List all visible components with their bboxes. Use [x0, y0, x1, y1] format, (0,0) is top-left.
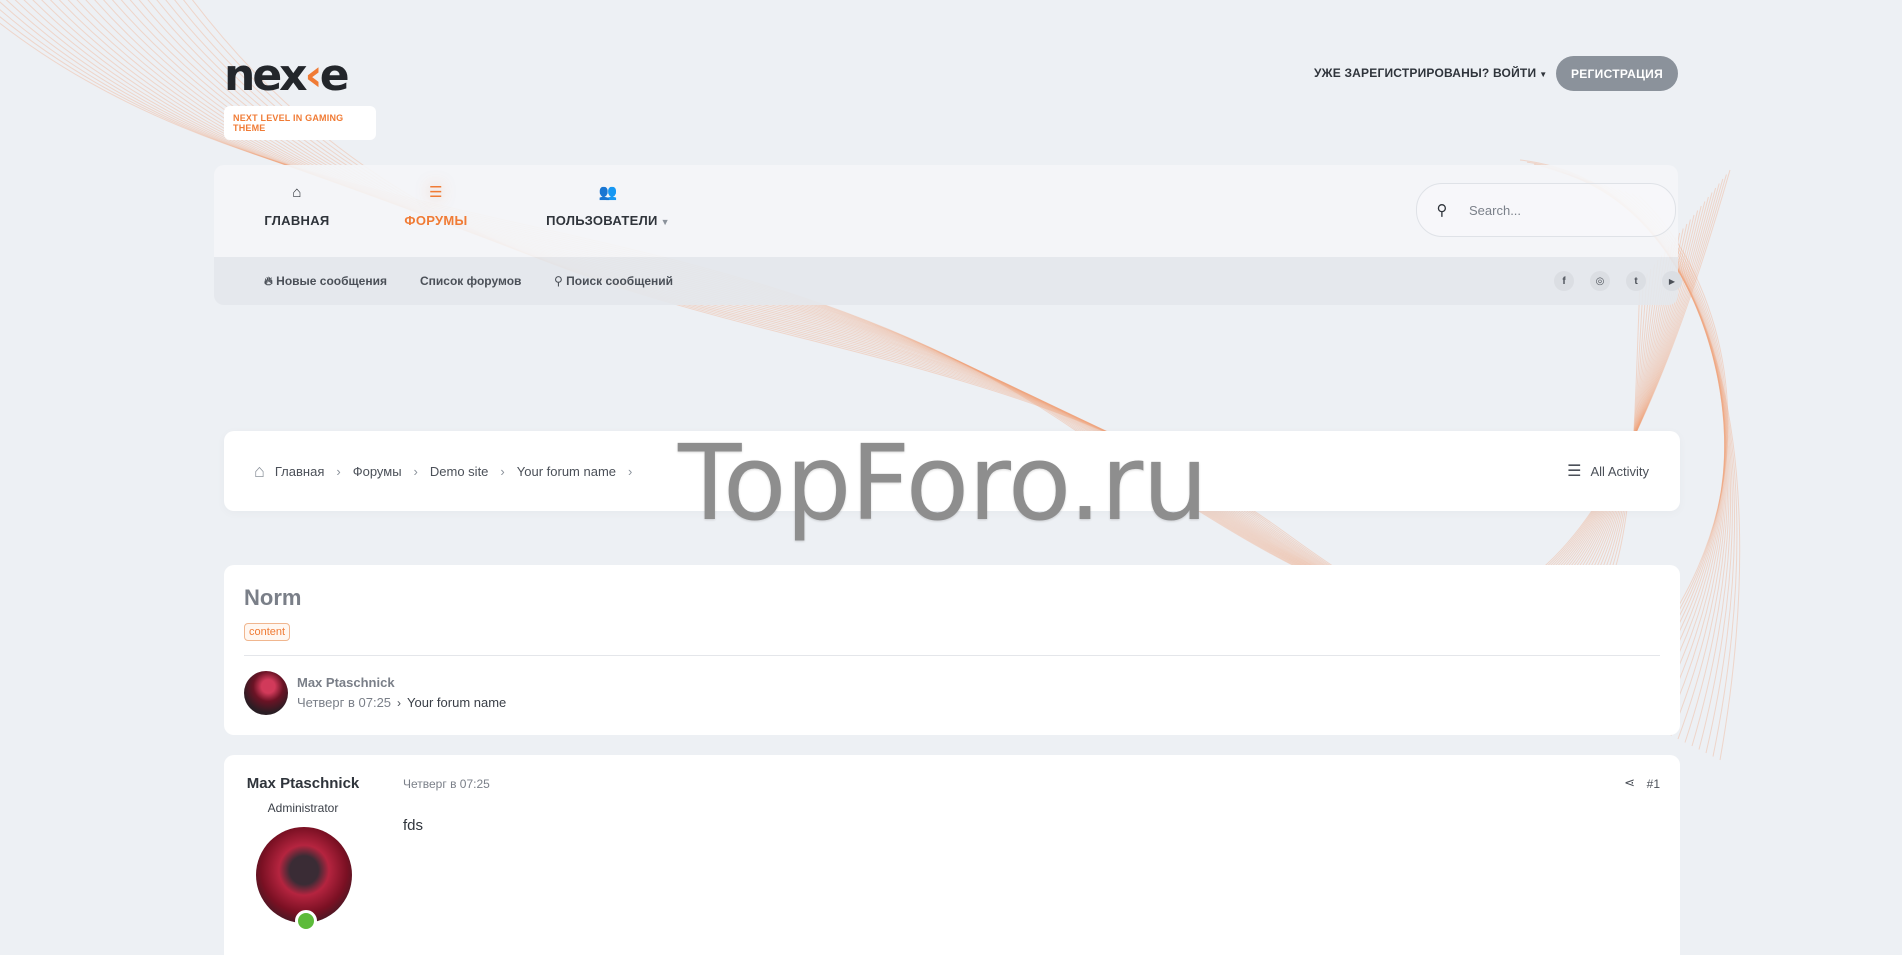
- logo-tagline: NEXT LEVEL IN GAMING THEME: [224, 106, 376, 140]
- search-icon[interactable]: ⚲: [1417, 201, 1467, 219]
- home-icon: ⌂: [292, 184, 302, 201]
- login-link[interactable]: УЖЕ ЗАРЕГИСТРИРОВАНЫ? ВОЙТИ ▼: [1314, 66, 1547, 80]
- share-icon[interactable]: ⋖: [1624, 775, 1635, 791]
- flame-icon: 🔥︎: [264, 274, 277, 288]
- avatar[interactable]: [256, 827, 352, 932]
- forum-list-link[interactable]: Список форумов: [420, 274, 521, 288]
- watermark: TopForo.ru: [678, 422, 1208, 544]
- breadcrumb-item[interactable]: Your forum name: [517, 464, 616, 479]
- search-box: ⚲: [1416, 183, 1676, 237]
- youtube-icon[interactable]: ▶: [1662, 271, 1682, 291]
- nav-users[interactable]: 👥 ПОЛЬЗОВАТЕЛИ ▼: [546, 183, 670, 228]
- wave-line: [183, 0, 1645, 649]
- chevron-right-icon: ›: [397, 695, 402, 710]
- register-button[interactable]: РЕГИСТРАЦИЯ: [1556, 56, 1678, 91]
- home-icon[interactable]: ⌂: [254, 461, 265, 482]
- new-posts-link[interactable]: 🔥︎ Новые сообщения: [264, 274, 387, 289]
- site-logo[interactable]: nex‹e NEXT LEVEL IN GAMING THEME: [224, 54, 376, 140]
- nav-home[interactable]: ⌂ ГЛАВНАЯ: [264, 183, 330, 228]
- sub-nav: 🔥︎ Новые сообщения Список форумов ⚲ Поис…: [214, 257, 1682, 305]
- chevron-down-icon: ▼: [660, 217, 670, 227]
- online-status-icon: [295, 910, 317, 932]
- users-icon: 👥: [598, 184, 618, 201]
- instagram-icon[interactable]: ◎: [1590, 271, 1610, 291]
- post-number[interactable]: #1: [1647, 777, 1660, 791]
- thread-header: Norm content Max Ptaschnick Четверг в 07…: [224, 565, 1680, 735]
- thread-tag[interactable]: content: [244, 623, 291, 641]
- thread-author[interactable]: Max Ptaschnick: [297, 675, 395, 690]
- thread-forum-link[interactable]: Your forum name: [407, 695, 506, 710]
- search-icon: ⚲: [554, 274, 567, 288]
- twitter-icon[interactable]: t: [1626, 271, 1646, 291]
- thread-title: Norm: [244, 585, 302, 610]
- breadcrumb-item[interactable]: Demo site: [430, 464, 489, 479]
- post-body: fds: [403, 817, 424, 834]
- logo-wordmark: nex‹e: [224, 50, 350, 101]
- wave-line: [174, 0, 1648, 647]
- activity-icon: ☰: [1567, 463, 1582, 480]
- avatar[interactable]: [244, 671, 288, 715]
- main-nav: ⌂ ГЛАВНАЯ ☰ ФОРУМЫ 👥 ПОЛЬЗОВАТЕЛИ ▼ ⚲: [214, 165, 1678, 257]
- search-posts-link[interactable]: ⚲ Поиск сообщений: [554, 274, 673, 288]
- post-date[interactable]: Четверг в 07:25: [403, 777, 490, 791]
- post: Max Ptaschnick Administrator Четверг в 0…: [224, 755, 1680, 955]
- post-author[interactable]: Max Ptaschnick: [244, 775, 362, 792]
- chevron-right-icon: ›: [628, 464, 633, 479]
- chevron-down-icon: ▼: [1539, 70, 1548, 79]
- wave-line: [165, 0, 1652, 644]
- breadcrumb-item[interactable]: Форумы: [353, 464, 402, 479]
- list-icon: ☰: [429, 184, 443, 201]
- search-input[interactable]: [1467, 201, 1651, 219]
- nav-forums[interactable]: ☰ ФОРУМЫ: [404, 183, 468, 228]
- facebook-icon[interactable]: f: [1554, 271, 1574, 291]
- chevron-right-icon: ›: [336, 464, 341, 479]
- user-role: Administrator: [267, 801, 339, 815]
- wave-line: [192, 0, 1641, 652]
- breadcrumb-item[interactable]: Главная: [275, 464, 324, 479]
- chevron-right-icon: ›: [413, 464, 418, 479]
- thread-meta: Четверг в 07:25 › Your forum name: [297, 695, 506, 710]
- divider: [244, 655, 1660, 656]
- thread-date[interactable]: Четверг в 07:25: [297, 695, 391, 710]
- all-activity-link[interactable]: ☰ All Activity: [1567, 461, 1649, 481]
- chevron-right-icon: ›: [500, 464, 505, 479]
